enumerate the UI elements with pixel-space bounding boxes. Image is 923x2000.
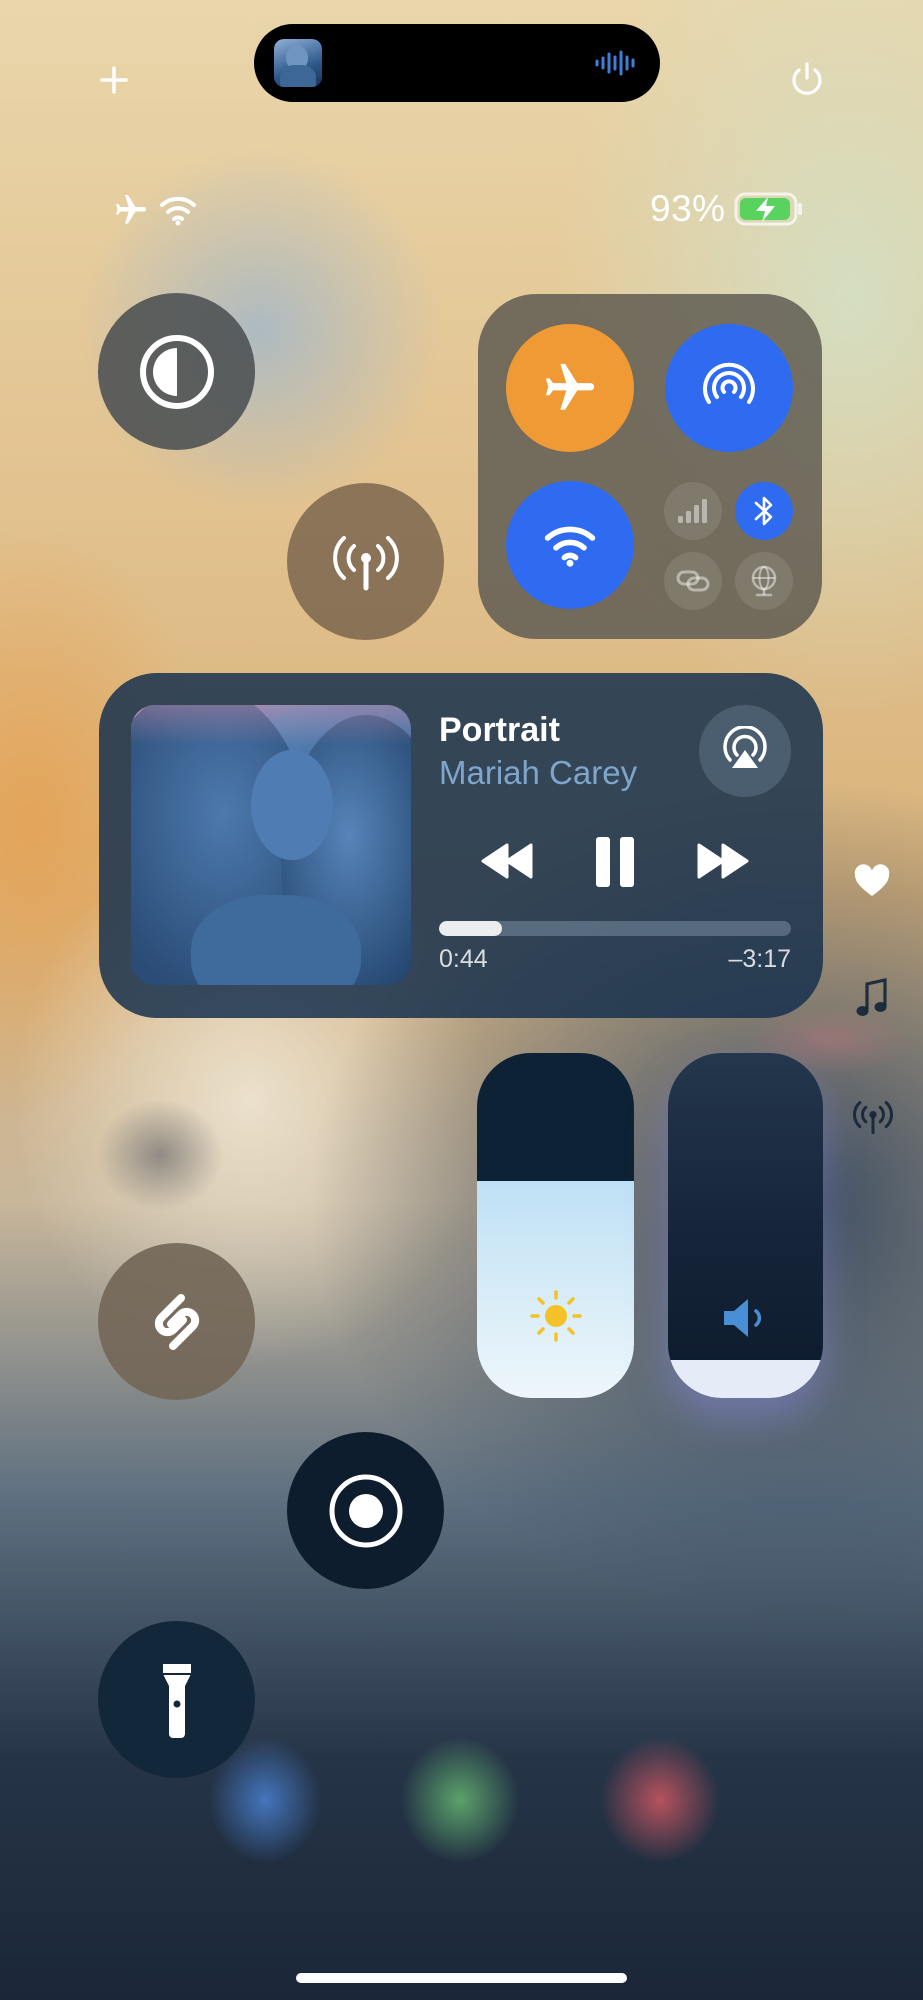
wifi-toggle[interactable] (506, 481, 634, 609)
rewind-icon (481, 843, 533, 879)
speaker-icon (724, 1299, 762, 1337)
heart-icon (854, 864, 890, 896)
wifi-icon (160, 196, 196, 226)
battery-charging-icon (734, 192, 802, 226)
rewind-button[interactable] (479, 843, 535, 879)
bluetooth-icon (754, 496, 773, 526)
plus-icon (100, 66, 128, 94)
volume-level-fill (668, 1360, 823, 1398)
dark-mode-toggle[interactable] (98, 293, 255, 450)
connectivity-panel (478, 294, 822, 639)
antenna-icon (853, 1101, 893, 1135)
page-indicator-connectivity[interactable] (852, 1098, 894, 1136)
wifi-icon (544, 526, 596, 567)
page-indicator-favorites[interactable] (853, 864, 891, 898)
cellular-data-toggle[interactable] (664, 482, 722, 540)
power-button[interactable] (786, 58, 828, 100)
airplay-audio-icon (723, 726, 767, 768)
airplane-icon (545, 363, 595, 410)
pause-button[interactable] (594, 837, 636, 887)
link-icon (676, 570, 710, 592)
playback-progress-fill (439, 921, 503, 936)
battery-percentage: 93% (650, 188, 726, 229)
dynamic-island[interactable] (254, 24, 660, 102)
personal-hotspot-toggle[interactable] (664, 552, 722, 610)
record-icon (329, 1474, 402, 1547)
vpn-toggle[interactable] (735, 552, 793, 610)
album-art-thumbnail (274, 39, 322, 87)
airdrop-toggle[interactable] (665, 324, 793, 452)
album-artwork (131, 705, 411, 985)
airdrop-icon (703, 362, 755, 404)
now-playing-panel[interactable]: Portrait Mariah Carey 0:44 –3:17 (99, 673, 823, 1018)
elapsed-time: 0:44 (439, 945, 488, 973)
brightness-slider[interactable] (477, 1053, 634, 1398)
shazam-icon (154, 1293, 199, 1350)
add-control-button[interactable] (94, 60, 134, 100)
flashlight-button[interactable] (98, 1621, 255, 1778)
globe-icon (751, 565, 777, 597)
airplane-mode-toggle[interactable] (506, 324, 634, 452)
song-artist[interactable]: Mariah Carey (439, 754, 637, 792)
airplane-icon (116, 195, 146, 224)
remaining-time: –3:17 (728, 945, 791, 973)
home-indicator[interactable] (296, 1973, 627, 1983)
sun-icon (530, 1290, 582, 1342)
antenna-icon (332, 535, 399, 590)
airplay-button[interactable] (699, 705, 791, 797)
bluetooth-toggle[interactable] (735, 482, 793, 540)
screen-recording-button[interactable] (287, 1432, 444, 1589)
volume-slider[interactable] (668, 1053, 823, 1398)
power-icon (792, 62, 822, 95)
cellular-bars-icon (678, 499, 707, 523)
status-bar-left (112, 192, 198, 228)
music-note-icon (856, 978, 887, 1016)
fast-forward-icon (697, 843, 749, 879)
page-indicator-music[interactable] (855, 978, 889, 1020)
cellular-hotspot-button[interactable] (287, 483, 444, 640)
shazam-button[interactable] (98, 1243, 255, 1400)
playback-scrubber[interactable] (439, 921, 791, 936)
song-title: Portrait (439, 711, 560, 749)
pause-icon (596, 837, 634, 887)
flashlight-icon (162, 1663, 191, 1738)
fast-forward-button[interactable] (695, 843, 751, 879)
dark-mode-icon (139, 334, 214, 409)
status-bar-right: 93% (650, 188, 804, 230)
waveform-icon (595, 50, 635, 76)
